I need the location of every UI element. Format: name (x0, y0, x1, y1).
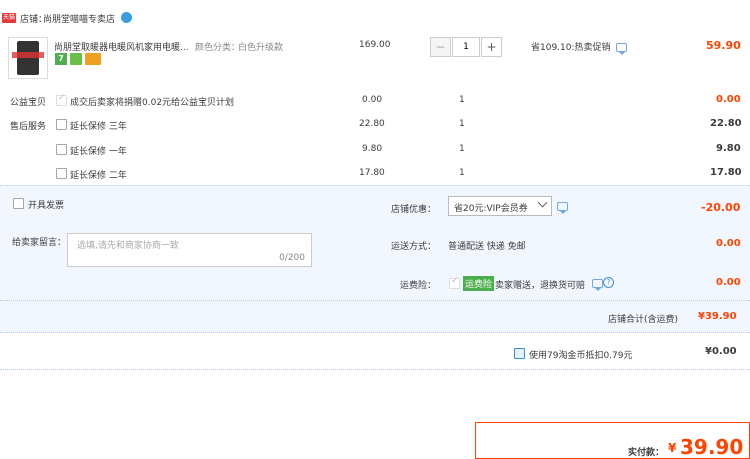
warranty-1yr-checkbox[interactable] (56, 144, 67, 155)
warranty-1yr-name: 延长保修 一年 (70, 147, 127, 157)
shipping-label: 运送方式： (391, 242, 437, 252)
after-sale-label: 售后服务 (10, 122, 47, 132)
product-title-link[interactable]: 尚朋堂取暖器电暖风机家用电暖... (54, 40, 189, 53)
quantity-input[interactable] (452, 37, 480, 57)
warranty-1yr-total: 9.80 (716, 143, 741, 154)
shop-discount-amount: -20.00 (701, 201, 741, 214)
message-label: 给卖家留言： (12, 238, 67, 248)
charity-checkbox (56, 93, 67, 106)
charity-text: 成交后卖家将捐赠0.02元给公益宝贝计划 (70, 98, 235, 108)
payment-label: 实付款： (628, 448, 665, 458)
insurance-label: 运费险： (400, 281, 437, 291)
charity-label: 公益宝贝 (10, 98, 47, 108)
warranty-3yr-qty: 1 (459, 119, 465, 129)
charity-qty: 1 (459, 95, 465, 105)
warranty-3yr-total: 22.80 (710, 118, 742, 129)
tmall-badge-icon: 天猫 (2, 13, 16, 23)
insurance-chat-icon[interactable] (592, 279, 603, 291)
invoice-checkbox[interactable] (13, 198, 24, 209)
message-placeholder: 选填,请先和商家协商一致 (77, 241, 179, 251)
insurance-text: 卖家赠送，退换货可赔 (495, 281, 586, 291)
product-total: 59.90 (706, 39, 741, 52)
payment-box: 实付款： ¥ 39.90 (475, 422, 750, 459)
shop-total-label: 店铺合计(含运费) (608, 315, 679, 325)
insurance-badge: 运费险 (463, 276, 495, 291)
shop-total-amount: ¥39.90 (698, 311, 737, 322)
discount-info-icon[interactable] (557, 202, 568, 214)
shipping-amount: 0.00 (716, 238, 741, 249)
warranty-1yr-qty: 1 (459, 144, 465, 154)
seven-day-return-badge: 7 (55, 53, 67, 65)
warranty-3yr-name: 延长保修 三年 (70, 122, 127, 132)
charity-price: 0.00 (362, 95, 383, 105)
invoice-label: 开具发票 (28, 201, 65, 211)
payment-currency: ¥ (668, 441, 677, 455)
credit-card-icon (85, 53, 101, 65)
wangwang-chat-icon[interactable] (121, 12, 132, 23)
promo-info-icon[interactable] (616, 43, 627, 55)
coins-divider (0, 369, 750, 370)
shop-total-divider (0, 300, 750, 301)
payment-amount: 39.90 (680, 435, 744, 459)
insurance-checkbox (449, 276, 460, 289)
insurance-amount: 0.00 (716, 277, 741, 288)
increase-button[interactable]: + (481, 37, 502, 57)
shop-name-link[interactable]: 尚朋堂喵喵专卖店 (43, 12, 115, 25)
warranty-2yr-total: 17.80 (710, 167, 742, 178)
coins-text: 使用79淘金币抵扣0.79元 (529, 351, 633, 361)
warranty-2yr-price: 17.80 (359, 168, 385, 178)
shop-discount-label: 店铺优惠： (391, 205, 437, 215)
unit-price: 169.00 (359, 40, 391, 50)
warranty-2yr-name: 延长保修 二年 (70, 171, 127, 181)
variant-value: 白色升级款 (238, 43, 284, 53)
message-textarea[interactable]: 选填,请先和商家协商一致 0/200 (67, 233, 312, 267)
chevron-down-icon (537, 197, 548, 208)
shop-discount-select[interactable]: 省20元:VIP会员券 (448, 196, 552, 216)
variant-label: 颜色分类： (195, 43, 241, 53)
message-counter: 0/200 (279, 253, 305, 263)
decrease-button[interactable]: − (430, 37, 451, 57)
promo-text: 省109.10:热卖促销 (531, 43, 611, 53)
warranty-1yr-price: 9.80 (362, 144, 383, 154)
warranty-3yr-checkbox[interactable] (56, 119, 67, 130)
charity-total: 0.00 (716, 94, 741, 105)
quantity-stepper: − + (430, 37, 502, 57)
product-thumbnail[interactable] (8, 37, 48, 79)
insurance-help-icon[interactable]: ? (603, 277, 614, 288)
shop-discount-value: 省20元:VIP会员券 (454, 204, 528, 214)
coins-amount: ¥0.00 (705, 346, 737, 357)
shipping-method: 普通配送 快递 免邮 (448, 242, 526, 252)
warranty-2yr-qty: 1 (459, 168, 465, 178)
warranty-shield-icon (70, 53, 82, 65)
warranty-3yr-price: 22.80 (359, 119, 385, 129)
coins-checkbox[interactable] (514, 348, 525, 359)
warranty-2yr-checkbox[interactable] (56, 168, 67, 179)
